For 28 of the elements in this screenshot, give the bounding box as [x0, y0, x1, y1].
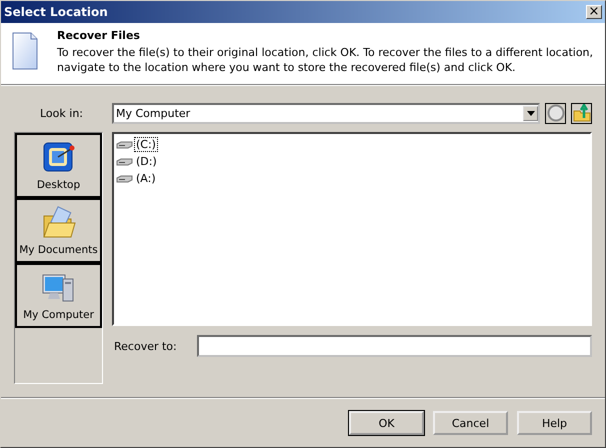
up-folder-icon — [572, 104, 590, 122]
window-title: Select Location — [4, 5, 108, 19]
up-folder-button[interactable] — [571, 102, 592, 124]
drive-item[interactable]: (D:) — [134, 154, 159, 169]
recover-to-label: Recover to: — [113, 340, 178, 352]
recover-to-field[interactable] — [197, 335, 592, 357]
drive-item[interactable]: (A:) — [134, 171, 158, 186]
close-button[interactable]: × — [586, 5, 602, 19]
look-in-dropdown[interactable]: My Computer — [112, 102, 540, 124]
header-title: Recover Files — [57, 29, 141, 42]
circle-icon — [546, 104, 564, 122]
document-icon — [12, 32, 38, 70]
dialog-button[interactable]: Cancel — [433, 411, 508, 435]
desktop-icon — [40, 140, 76, 174]
drive-icon — [116, 158, 133, 166]
back-button[interactable] — [545, 102, 566, 124]
drive-icon — [116, 174, 133, 182]
dropdown-arrow-icon — [526, 110, 534, 116]
folder-icon — [40, 206, 76, 240]
dialog-button[interactable]: Help — [517, 411, 592, 435]
place-button[interactable]: My Documents — [15, 198, 102, 263]
place-button[interactable]: Desktop — [15, 133, 102, 198]
header-description: To recover the file(s) to their original location, click OK. To recover the files to a different location, navigate to the location where you want to store the recovered file(s) and click OK. — [57, 45, 594, 75]
drive-item[interactable]: (C:) — [134, 137, 158, 152]
dialog-button[interactable]: OK — [349, 411, 424, 435]
drive-icon — [116, 140, 133, 148]
place-button[interactable]: My Computer — [15, 263, 102, 328]
look-in-label: Look in: — [39, 106, 84, 120]
